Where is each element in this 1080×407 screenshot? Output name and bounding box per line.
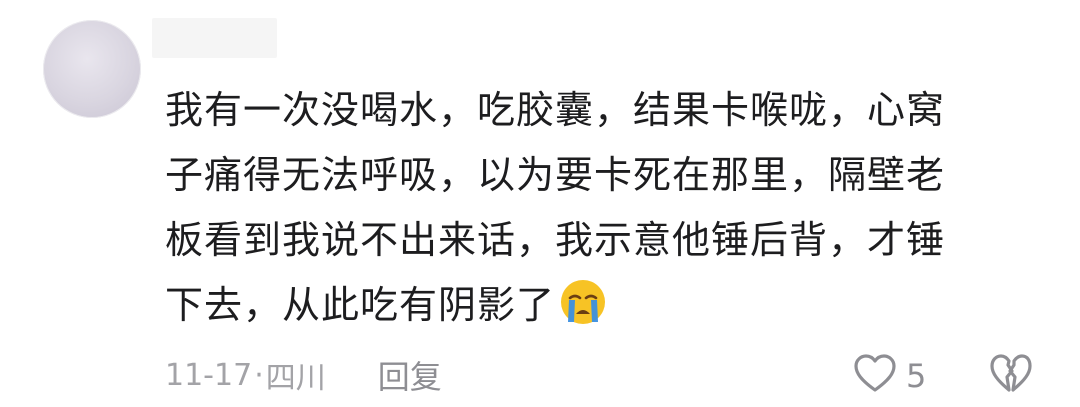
- avatar[interactable]: [43, 20, 141, 118]
- comment-item: 我有一次没喝水，吃胶囊，结果卡喉咙，心窝 子痛得无法呼吸，以为要卡死在那里，隔壁…: [0, 0, 1080, 407]
- broken-heart-outline-icon: [988, 354, 1034, 401]
- comment-line: 我有一次没喝水，吃胶囊，结果卡喉咙，心窝: [165, 88, 946, 132]
- comment-meta: 11-17 · 四川 回复: [165, 352, 442, 398]
- comment-body: 我有一次没喝水，吃胶囊，结果卡喉咙，心窝 子痛得无法呼吸，以为要卡死在那里，隔壁…: [165, 78, 1015, 346]
- meta-separator: ·: [254, 357, 264, 393]
- like-count: 5: [906, 357, 927, 395]
- comment-line: 子痛得无法呼吸，以为要卡死在那里，隔壁老: [165, 153, 946, 197]
- comment-date: 11-17: [165, 357, 253, 393]
- reply-button[interactable]: 回复: [378, 352, 442, 398]
- username-redacted[interactable]: [152, 18, 277, 58]
- comment-line: 板看到我说不出来话，我示意他锤后背，才锤: [165, 218, 946, 262]
- loudly-crying-face-icon: [559, 278, 607, 346]
- heart-outline-icon: [852, 351, 898, 401]
- like-button[interactable]: 5: [852, 351, 926, 401]
- comment-line-text: 下去，从此吃有阴影了: [165, 283, 556, 327]
- comment-line-last: 下去，从此吃有阴影了: [165, 273, 1015, 346]
- dislike-button[interactable]: [988, 351, 1034, 401]
- comment-location: 四川: [265, 361, 326, 396]
